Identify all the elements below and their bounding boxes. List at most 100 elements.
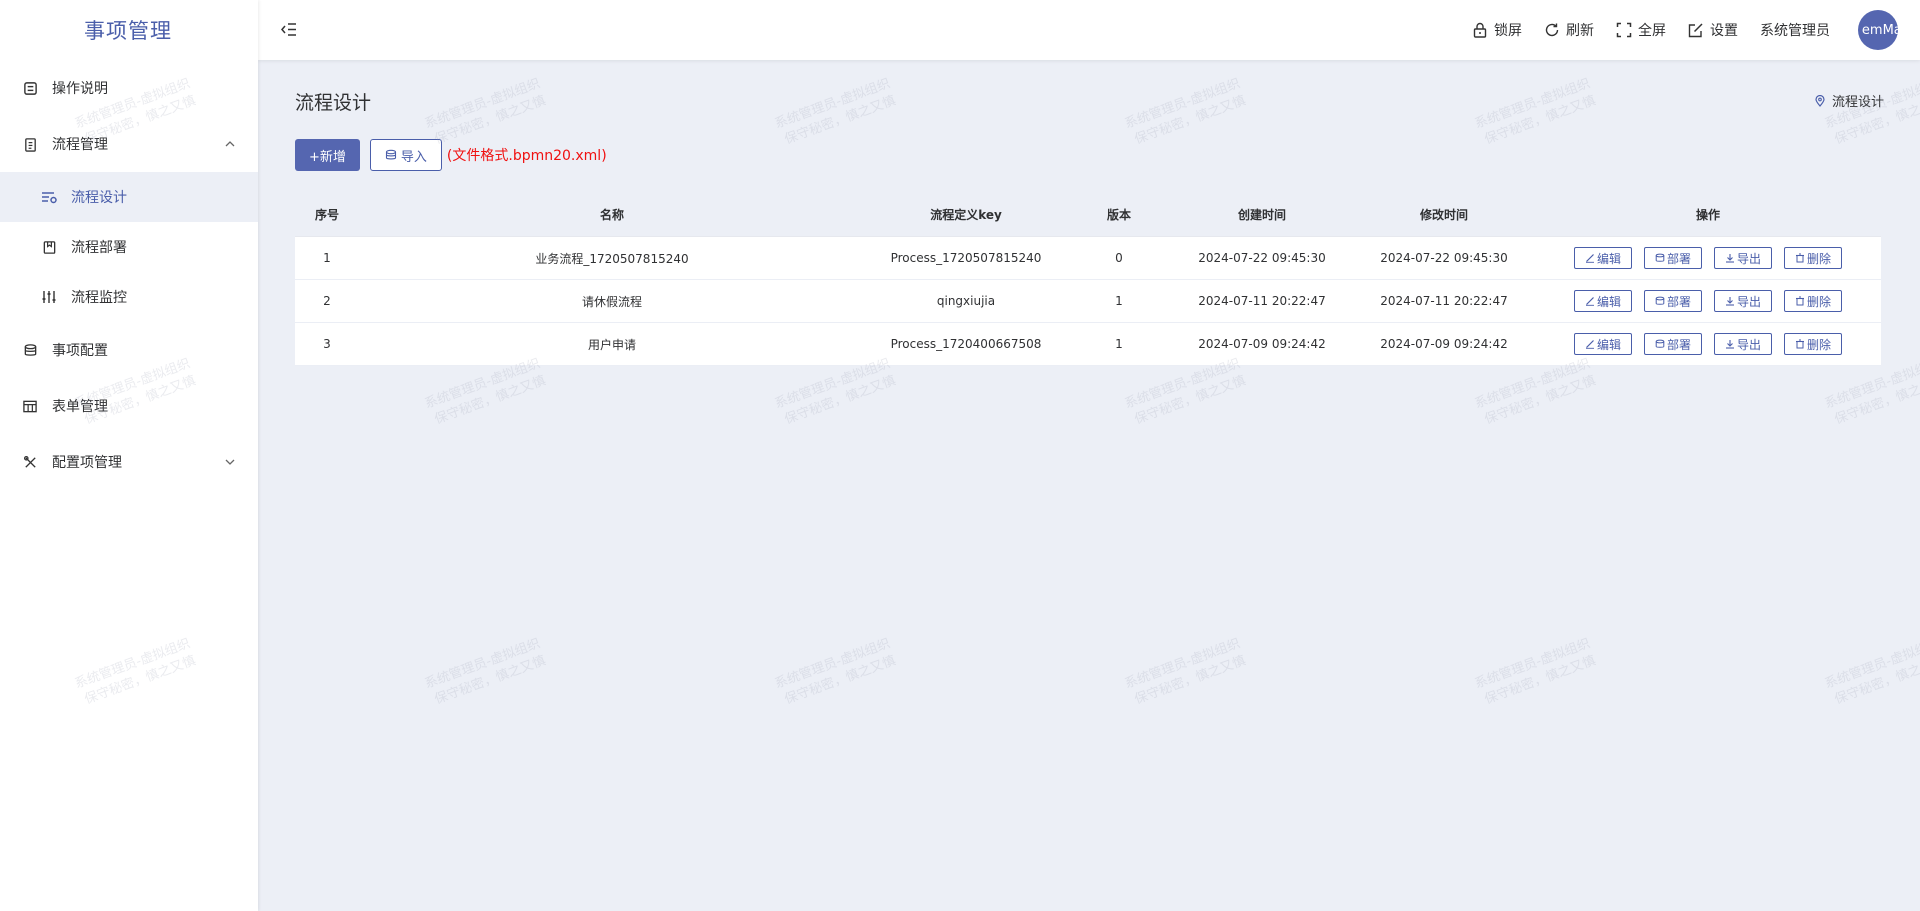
settings-button[interactable]: 设置 (1688, 20, 1738, 40)
edit-button[interactable]: 编辑 (1574, 290, 1632, 312)
sidebar-item-label: 流程设计 (71, 190, 127, 206)
refresh-label: 刷新 (1566, 23, 1594, 39)
column-header: 版本 (1067, 193, 1171, 237)
sidebar-item-process-design[interactable]: 流程设计 (0, 172, 258, 222)
avatar-text: emMan (1861, 22, 1898, 38)
edit-button[interactable]: 编辑 (1574, 247, 1632, 269)
sidebar-item-label: 流程监控 (71, 290, 127, 306)
fullscreen-icon (1616, 22, 1632, 38)
delete-button[interactable]: 删除 (1784, 333, 1842, 355)
table-header-row: 序号 名称 流程定义key 版本 创建时间 修改时间 操作 (295, 193, 1881, 237)
export-button[interactable]: 导出 (1714, 333, 1772, 355)
sidebar-menu: 操作说明 流程管理 流程设计 流程部署 流程监控 事项配置 表单管理 配置项管理 (0, 60, 258, 490)
app-title: 事项管理 (84, 19, 172, 43)
trash-icon (1795, 253, 1804, 263)
sidebar-item-form-management[interactable]: 表单管理 (0, 378, 258, 434)
import-button[interactable]: 导入 (369, 139, 442, 171)
add-button[interactable]: +新增 (295, 139, 360, 171)
column-header: 创建时间 (1171, 193, 1353, 237)
clipboard-icon (22, 136, 38, 152)
cell-operations: 编辑 部署 导出 删除 (1535, 236, 1881, 280)
sidebar-item-matter-config[interactable]: 事项配置 (0, 322, 258, 378)
refresh-button[interactable]: 刷新 (1544, 20, 1594, 40)
import-format-hint: (文件格式.bpmn20.xml) (446, 148, 607, 164)
cell-modified: 2024-07-09 09:24:42 (1353, 322, 1535, 366)
chevron-up-icon (224, 138, 236, 150)
sidebar-item-label: 表单管理 (52, 399, 108, 415)
cell-operations: 编辑 部署 导出 删除 (1535, 279, 1881, 323)
cell-modified: 2024-07-11 20:22:47 (1353, 279, 1535, 323)
delete-button[interactable]: 删除 (1784, 290, 1842, 312)
edit-label: 编辑 (1596, 294, 1621, 309)
table-row: 1 业务流程_1720507815240 Process_17205078152… (295, 236, 1881, 280)
deploy-label: 部署 (1666, 294, 1691, 309)
action-bar: +新增 导入 (文件格式.bpmn20.xml) (295, 139, 607, 171)
avatar[interactable]: emMan (1858, 10, 1898, 50)
page-title: 流程设计 (295, 92, 372, 114)
cell-name: 用户申请 (359, 322, 865, 366)
cell-index: 1 (295, 236, 359, 280)
cell-index: 3 (295, 322, 359, 366)
cell-created: 2024-07-11 20:22:47 (1171, 279, 1353, 323)
lock-screen-button[interactable]: 锁屏 (1472, 20, 1522, 40)
breadcrumb: 流程设计 (1814, 91, 1884, 110)
fullscreen-label: 全屏 (1638, 23, 1666, 39)
cell-created: 2024-07-22 09:45:30 (1171, 236, 1353, 280)
export-button[interactable]: 导出 (1714, 290, 1772, 312)
column-header: 流程定义key (865, 193, 1067, 237)
document-icon (22, 80, 38, 96)
edit-label: 编辑 (1596, 337, 1621, 352)
edit-icon (1585, 340, 1594, 349)
cell-key: Process_1720507815240 (865, 236, 1067, 280)
sidebar-item-instructions[interactable]: 操作说明 (0, 60, 258, 116)
cell-index: 2 (295, 279, 359, 323)
column-header: 序号 (295, 193, 359, 237)
delete-label: 删除 (1806, 294, 1831, 309)
deploy-icon (41, 239, 57, 255)
delete-button[interactable]: 删除 (1784, 247, 1842, 269)
download-icon (1725, 254, 1734, 263)
import-label: 导入 (400, 149, 427, 165)
export-label: 导出 (1736, 294, 1761, 309)
sidebar-item-process-deploy[interactable]: 流程部署 (0, 222, 258, 272)
edit-icon (1585, 297, 1594, 306)
deploy-button[interactable]: 部署 (1644, 247, 1702, 269)
chevron-down-icon (224, 456, 236, 468)
lock-screen-label: 锁屏 (1494, 23, 1522, 39)
column-header: 修改时间 (1353, 193, 1535, 237)
delete-label: 删除 (1806, 251, 1831, 266)
column-header: 名称 (359, 193, 865, 237)
sidebar: 事项管理 操作说明 流程管理 流程设计 流程部署 流程监控 事项配置 表单管理 … (0, 0, 258, 911)
edit-button[interactable]: 编辑 (1574, 333, 1632, 355)
fullscreen-button[interactable]: 全屏 (1616, 20, 1666, 40)
cell-created: 2024-07-09 09:24:42 (1171, 322, 1353, 366)
cell-operations: 编辑 部署 导出 删除 (1535, 322, 1881, 366)
table-row: 2 请休假流程 qingxiujia 1 2024-07-11 20:22:47… (295, 279, 1881, 323)
cell-version: 1 (1067, 322, 1171, 366)
deploy-button[interactable]: 部署 (1644, 333, 1702, 355)
cell-key: Process_1720400667508 (865, 322, 1067, 366)
sidebar-item-process-management[interactable]: 流程管理 (0, 116, 258, 172)
breadcrumb-current[interactable]: 流程设计 (1832, 91, 1884, 110)
header-toolbar: 锁屏 刷新 全屏 设置 系统管理员 emMan (1450, 0, 1898, 60)
export-button[interactable]: 导出 (1714, 247, 1772, 269)
edit-label: 编辑 (1596, 251, 1621, 266)
sidebar-item-label: 事项配置 (52, 343, 108, 359)
deploy-label: 部署 (1666, 337, 1691, 352)
edit-settings-icon (1688, 23, 1703, 38)
location-pin-icon (1815, 94, 1825, 107)
sidebar-item-config-items[interactable]: 配置项管理 (0, 434, 258, 490)
sidebar-item-label: 操作说明 (52, 81, 108, 97)
lock-icon (1473, 22, 1487, 38)
deploy-button[interactable]: 部署 (1644, 290, 1702, 312)
cell-name: 业务流程_1720507815240 (359, 236, 865, 280)
download-icon (1725, 340, 1734, 349)
deploy-db-icon (1655, 339, 1665, 348)
sidebar-item-process-monitor[interactable]: 流程监控 (0, 272, 258, 322)
collapse-menu-icon[interactable] (280, 21, 298, 39)
sidebar-item-label: 流程管理 (52, 137, 108, 153)
tools-icon (22, 454, 38, 470)
export-label: 导出 (1736, 337, 1761, 352)
sidebar-item-label: 流程部署 (71, 240, 127, 256)
sidebar-item-label: 配置项管理 (52, 455, 122, 471)
